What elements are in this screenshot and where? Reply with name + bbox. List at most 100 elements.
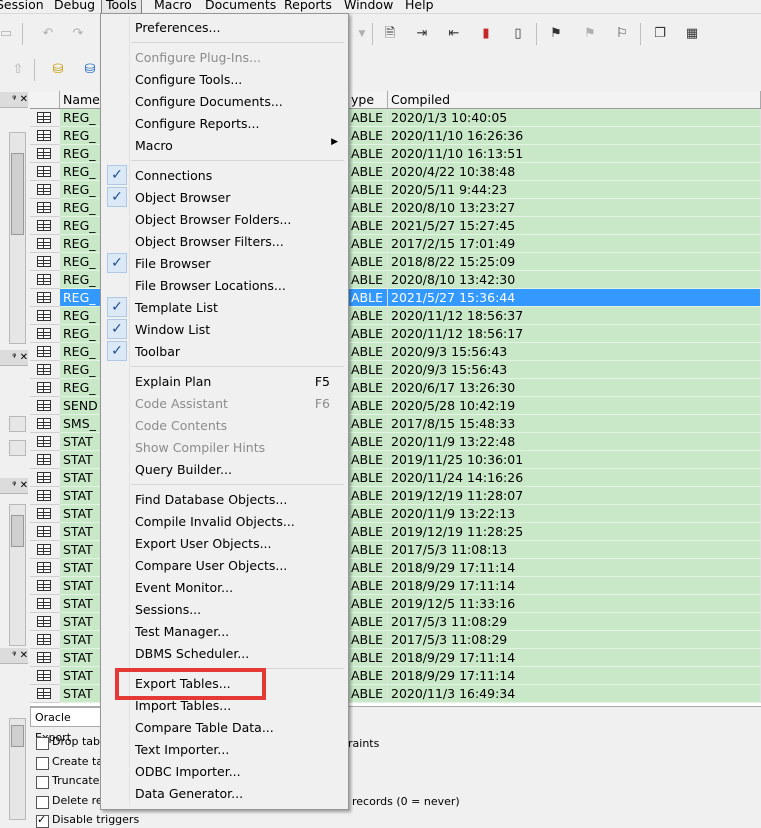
row-gutter [30, 307, 60, 325]
menu-documents[interactable]: Documents [201, 0, 280, 13]
menu-item-configure-reports[interactable]: Configure Reports... [103, 113, 346, 135]
cascade-windows-icon[interactable]: ❐ [650, 24, 670, 44]
menu-item-macro[interactable]: Macro ▶ [103, 135, 346, 157]
menu-item-object-browser[interactable]: ✓ Object Browser [103, 187, 346, 209]
outdent-icon[interactable]: ⇤ [444, 24, 464, 44]
sql-database-icon[interactable]: ⛁ [80, 60, 100, 80]
menu-item-compile-invalid-objects[interactable]: Compile Invalid Objects... [103, 511, 346, 533]
menu-help[interactable]: Help [401, 0, 438, 13]
menu-item-code-contents[interactable]: Code Contents [103, 415, 346, 437]
document-check-icon[interactable]: 🗎 [380, 24, 400, 44]
cell-compiled: 2017/5/3 11:08:29 [388, 631, 761, 649]
header-type[interactable]: ype [348, 91, 388, 108]
tab-oracle-export[interactable]: Oracle Export [30, 707, 110, 744]
menu-item-compare-table-data[interactable]: Compare Table Data... [103, 717, 346, 739]
menu-item-code-assistant[interactable]: Code Assistant F6 [103, 393, 346, 415]
row-gutter [30, 343, 60, 361]
checkbox-delete-reco[interactable] [36, 795, 49, 809]
row-gutter [30, 379, 60, 397]
menu-item-dbms-scheduler[interactable]: DBMS Scheduler... [103, 643, 346, 665]
menu-item-configure-plug-ins[interactable]: Configure Plug-Ins... [103, 47, 346, 69]
row-gutter [30, 415, 60, 433]
menu-item-explain-plan[interactable]: Explain Plan F5 [103, 371, 346, 393]
row-gutter [30, 505, 60, 523]
scrollbar[interactable] [9, 718, 26, 820]
cell-type: ABLE [348, 451, 388, 469]
table-icon [37, 130, 51, 141]
cell-type: ABLE [348, 523, 388, 541]
table-icon [37, 616, 51, 627]
menu-session[interactable]: Session [0, 0, 48, 13]
header-compiled[interactable]: Compiled [388, 91, 761, 108]
table-icon [37, 580, 51, 591]
checkbox-drop-table[interactable] [36, 737, 49, 750]
menu-item-preferences[interactable]: Preferences... [103, 17, 346, 39]
menu-item-file-browser[interactable]: ✓ File Browser [103, 253, 346, 275]
menu-debug[interactable]: Debug [50, 0, 99, 13]
dropdown-box[interactable] [9, 440, 26, 456]
row-gutter [30, 235, 60, 253]
tile-windows-icon[interactable]: ▦ [682, 24, 702, 44]
upload-icon[interactable]: ⇧ [8, 60, 28, 80]
menu-item-data-generator[interactable]: Data Generator... [103, 783, 346, 805]
cell-type: ABLE [348, 649, 388, 667]
menu-item-sessions[interactable]: Sessions... [103, 599, 346, 621]
table-icon [37, 166, 51, 177]
redo-icon[interactable]: ↷ [68, 24, 88, 44]
menu-item-find-database-objects[interactable]: Find Database Objects... [103, 489, 346, 511]
menu-item-toolbar[interactable]: ✓ Toolbar [103, 341, 346, 363]
menu-item-odbc-importer[interactable]: ODBC Importer... [103, 761, 346, 783]
comment-red-icon[interactable]: ▮ [476, 24, 496, 44]
beautify-disabled-icon[interactable]: ⚑ [580, 24, 600, 44]
menu-item-template-list[interactable]: ✓ Template List [103, 297, 346, 319]
cell-type: ABLE [348, 199, 388, 217]
menu-tools[interactable]: Tools [101, 0, 142, 14]
table-icon [37, 436, 51, 447]
menu-item-window-list[interactable]: ✓ Window List [103, 319, 346, 341]
menu-item-file-browser-locations[interactable]: File Browser Locations... [103, 275, 346, 297]
menu-reports[interactable]: Reports [280, 0, 336, 13]
menu-item-configure-tools[interactable]: Configure Tools... [103, 69, 346, 91]
menu-item-label: Code Contents [135, 418, 228, 433]
table-icon [37, 670, 51, 681]
cell-compiled: 2020/11/10 16:13:51 [388, 145, 761, 163]
menu-item-test-manager[interactable]: Test Manager... [103, 621, 346, 643]
menu-item-object-browser-folders[interactable]: Object Browser Folders... [103, 209, 346, 231]
checkmark-icon: ✓ [107, 253, 127, 273]
menu-item-show-compiler-hints[interactable]: Show Compiler Hints [103, 437, 346, 459]
cell-type: ABLE [348, 307, 388, 325]
menu-item-label: Object Browser [135, 190, 231, 205]
cell-type: ABLE [348, 109, 388, 127]
uncomment-icon[interactable]: ▯ [508, 24, 528, 44]
menu-item-export-user-objects[interactable]: Export User Objects... [103, 533, 346, 555]
scrollbar[interactable] [9, 132, 26, 344]
dropdown-arrow-icon[interactable]: ▼ [352, 24, 372, 44]
menu-item-label: Configure Plug-Ins... [135, 50, 261, 65]
menu-item-configure-documents[interactable]: Configure Documents... [103, 91, 346, 113]
row-gutter [30, 127, 60, 145]
menu-macro[interactable]: Macro [150, 0, 196, 13]
query-icon[interactable]: ⚐ [612, 24, 632, 44]
checkbox-truncate-t[interactable] [36, 776, 49, 789]
beautify-icon[interactable]: ⚑ [546, 24, 566, 44]
cell-type: ABLE [348, 541, 388, 559]
database-icon[interactable]: ⛁ [48, 60, 68, 80]
row-gutter [30, 433, 60, 451]
menu-item-event-monitor[interactable]: Event Monitor... [103, 577, 346, 599]
scrollbar[interactable] [9, 504, 26, 646]
menu-item-connections[interactable]: ✓ Connections [103, 165, 346, 187]
menu-item-compare-user-objects[interactable]: Compare User Objects... [103, 555, 346, 577]
checkbox-disable-triggers[interactable] [36, 813, 49, 828]
menu-item-text-importer[interactable]: Text Importer... [103, 739, 346, 761]
menu-item-query-builder[interactable]: Query Builder... [103, 459, 346, 481]
cell-compiled: 2020/11/3 16:49:34 [388, 685, 761, 703]
menu-window[interactable]: Window [340, 0, 397, 13]
indent-icon[interactable]: ⇥ [412, 24, 432, 44]
dropdown-box[interactable] [9, 416, 26, 432]
checkbox-create-tab[interactable] [36, 756, 49, 770]
undo-icon[interactable]: ↶ [38, 24, 58, 44]
table-icon [37, 346, 51, 357]
print-icon[interactable]: ▭ [0, 24, 16, 44]
menu-item-object-browser-filters[interactable]: Object Browser Filters... [103, 231, 346, 253]
menu-item-label: Object Browser Filters... [135, 234, 284, 249]
